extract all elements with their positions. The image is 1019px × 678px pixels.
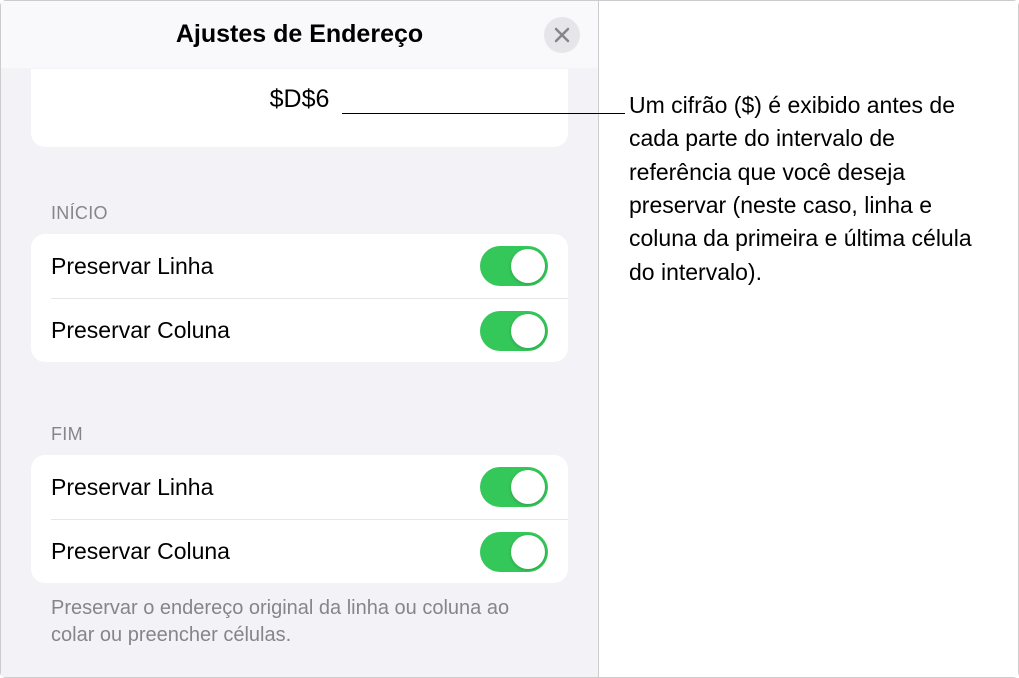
toggle-preserve-column-start[interactable]	[480, 311, 548, 351]
annotation-text: Um cifrão ($) é exibido antes de cada pa…	[629, 89, 998, 289]
toggle-preserve-row-end[interactable]	[480, 467, 548, 507]
cell-reference-display: $D$6	[31, 69, 568, 147]
cell-reference-value: $D$6	[270, 85, 330, 114]
row-label: Preservar Linha	[51, 253, 213, 280]
settings-group-end: Preservar Linha Preservar Coluna	[31, 455, 568, 583]
toggle-knob	[511, 314, 545, 348]
settings-panel: Ajustes de Endereço $D$6 INÍCIO Preserva…	[1, 1, 599, 677]
row-preserve-row-start: Preservar Linha	[31, 234, 568, 298]
toggle-knob	[511, 470, 545, 504]
toggle-preserve-column-end[interactable]	[480, 532, 548, 572]
close-icon	[554, 27, 570, 43]
annotation-area: Um cifrão ($) é exibido antes de cada pa…	[599, 1, 1018, 677]
settings-group-start: Preservar Linha Preservar Coluna	[31, 234, 568, 362]
section-label-end: FIM	[31, 424, 568, 445]
panel-header: Ajustes de Endereço	[1, 1, 598, 69]
row-preserve-column-start: Preservar Coluna	[51, 298, 568, 362]
toggle-knob	[511, 249, 545, 283]
toggle-knob	[511, 535, 545, 569]
row-preserve-column-end: Preservar Coluna	[51, 519, 568, 583]
row-label: Preservar Coluna	[51, 538, 230, 565]
footer-description: Preservar o endereço original da linha o…	[31, 583, 568, 649]
close-button[interactable]	[544, 17, 580, 53]
row-label: Preservar Coluna	[51, 317, 230, 344]
section-label-start: INÍCIO	[31, 203, 568, 224]
panel-title: Ajustes de Endereço	[176, 20, 423, 49]
row-label: Preservar Linha	[51, 474, 213, 501]
callout-line	[342, 113, 625, 114]
row-preserve-row-end: Preservar Linha	[31, 455, 568, 519]
toggle-preserve-row-start[interactable]	[480, 246, 548, 286]
